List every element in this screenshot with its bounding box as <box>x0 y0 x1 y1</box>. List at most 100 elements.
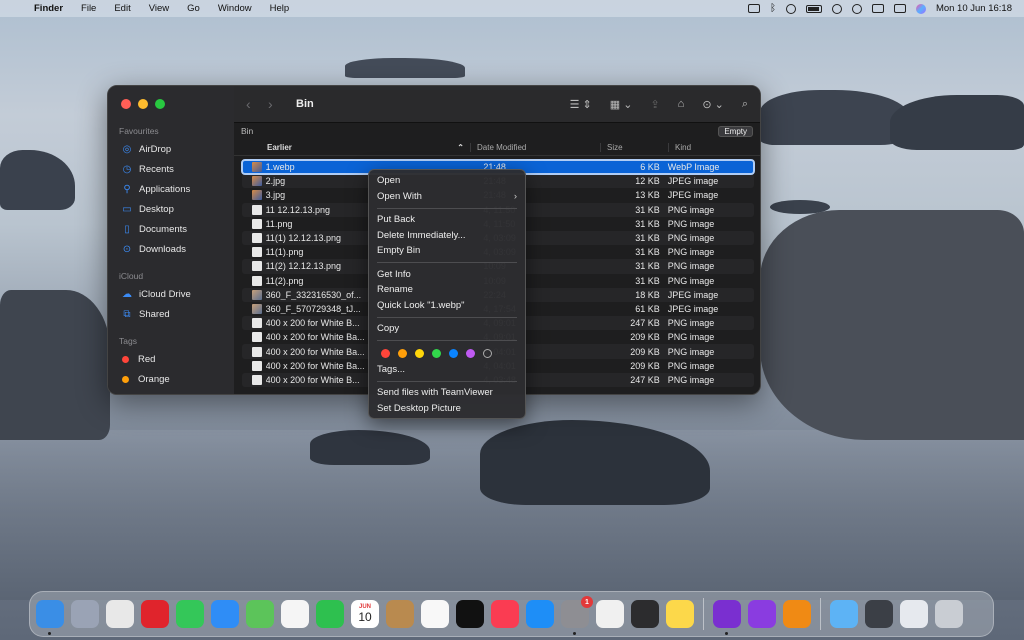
menubar-clock[interactable]: Mon 10 Jun 16:18 <box>936 3 1012 14</box>
column-header-date[interactable]: Date Modified <box>470 142 600 152</box>
siri-icon[interactable] <box>915 3 926 14</box>
sidebar-tag-yellow[interactable]: Yellow <box>108 389 234 395</box>
system-settings-icon[interactable]: 1 <box>561 596 593 635</box>
menu-item-tags[interactable]: Tags... <box>369 362 525 378</box>
menu-help[interactable]: Help <box>261 3 299 14</box>
status-area: ᛒ Mon 10 Jun 16:18 <box>747 3 1024 14</box>
sidebar-item-applications[interactable]: ⚲ Applications <box>108 179 234 199</box>
calendar-icon[interactable]: JUN 10 <box>351 600 379 628</box>
menu-finder[interactable]: Finder <box>30 3 72 14</box>
menu-window[interactable]: Window <box>209 3 261 14</box>
menu-go[interactable]: Go <box>178 3 209 14</box>
search-status-icon[interactable] <box>871 4 884 13</box>
chrome-icon[interactable] <box>106 600 134 628</box>
file-thumbnail-icon <box>252 204 262 215</box>
menu-item-send-teamviewer[interactable]: Send files with TeamViewer <box>369 385 525 401</box>
menu-item-put-back[interactable]: Put Back <box>369 212 525 228</box>
opera-icon[interactable] <box>141 600 169 628</box>
finder-icon[interactable] <box>36 600 64 635</box>
sidebar-item-icloud-drive[interactable]: ☁ iCloud Drive <box>108 284 234 304</box>
menu-item-set-desktop-picture[interactable]: Set Desktop Picture <box>369 401 525 417</box>
appstore-icon[interactable] <box>526 600 554 628</box>
battery-icon[interactable] <box>805 4 822 13</box>
menu-item-rename[interactable]: Rename <box>369 282 525 298</box>
notes-icon[interactable] <box>666 600 694 628</box>
menu-item-open-with[interactable]: Open With › <box>369 189 525 205</box>
screenshot-thumb-icon-2[interactable] <box>900 600 928 628</box>
sidebar-item-label: Downloads <box>139 243 186 255</box>
close-button[interactable] <box>121 99 131 109</box>
file-size: 31 KB <box>635 233 660 244</box>
wps-office-icon[interactable] <box>748 600 776 628</box>
vlc-icon[interactable] <box>783 600 811 628</box>
airdrop-icon: ◎ <box>122 143 132 155</box>
share-icon[interactable]: ⇪ <box>650 98 659 111</box>
wallpaper-rock <box>0 150 75 210</box>
messages-icon[interactable] <box>176 600 204 628</box>
minimize-button[interactable] <box>138 99 148 109</box>
tag-color-6-icon[interactable] <box>483 348 492 358</box>
sidebar-item-desktop[interactable]: ▭ Desktop <box>108 199 234 219</box>
sidebar-item-shared[interactable]: ⧉ Shared <box>108 304 234 324</box>
tag-color-1-icon[interactable] <box>398 348 407 358</box>
tag-color-3-icon[interactable] <box>432 348 441 358</box>
menu-edit[interactable]: Edit <box>105 3 139 14</box>
group-view-icon[interactable]: ▦ ⌄ <box>610 98 633 111</box>
teamviewer-icon[interactable] <box>831 3 842 14</box>
sidebar-item-downloads[interactable]: ⊙ Downloads <box>108 239 234 259</box>
tag-icon[interactable]: ⌂ <box>678 98 685 110</box>
back-arrow-icon[interactable]: ‹ <box>246 96 268 112</box>
menu-item-open[interactable]: Open <box>369 173 525 189</box>
file-size: 6 KB <box>640 162 660 173</box>
sidebar-item-airdrop[interactable]: ◎ AirDrop <box>108 139 234 159</box>
menu-view[interactable]: View <box>140 3 178 14</box>
bluetooth-icon[interactable]: ᛒ <box>770 3 776 14</box>
sidebar-tag-orange[interactable]: Orange <box>108 369 234 389</box>
tag-color-5-icon[interactable] <box>466 348 475 358</box>
downloads-folder-icon[interactable] <box>830 600 858 628</box>
menu-item-empty-bin[interactable]: Empty Bin <box>369 243 525 259</box>
menu-item-quick-look[interactable]: Quick Look "1.webp" <box>369 298 525 314</box>
menu-separator <box>377 340 517 341</box>
empty-bin-button[interactable]: Empty <box>718 125 753 137</box>
search-icon[interactable]: ⌕ <box>742 98 748 111</box>
reminders-icon[interactable] <box>421 600 449 628</box>
photos-icon[interactable] <box>281 600 309 628</box>
mail-icon[interactable] <box>211 600 239 628</box>
sidebar-item-label: iCloud Drive <box>139 288 191 300</box>
tag-color-4-icon[interactable] <box>449 348 458 358</box>
facetime-icon[interactable] <box>316 600 344 628</box>
column-header-name[interactable]: Earlier ⌃ <box>234 143 470 152</box>
column-header-size[interactable]: Size <box>600 142 668 152</box>
more-actions-icon[interactable]: ⊙ ⌄ <box>702 98 724 111</box>
firefox-icon[interactable] <box>713 600 741 635</box>
forward-arrow-icon[interactable]: › <box>268 96 290 112</box>
tag-color-0-icon[interactable] <box>381 348 390 358</box>
sidebar-section-tags: Tags <box>119 336 137 346</box>
tag-color-2-icon[interactable] <box>415 348 424 358</box>
music-icon[interactable] <box>491 600 519 628</box>
screenshot-thumb-icon[interactable] <box>865 600 893 628</box>
launchpad-icon[interactable] <box>71 600 99 628</box>
appletv-icon[interactable] <box>456 600 484 628</box>
play-icon[interactable] <box>851 3 862 14</box>
sidebar-item-documents[interactable]: ▯ Documents <box>108 219 234 239</box>
menu-item-get-info[interactable]: Get Info <box>369 267 525 283</box>
sidebar-item-recents[interactable]: ◷ Recents <box>108 159 234 179</box>
trash-icon[interactable] <box>935 600 963 628</box>
maps-icon[interactable] <box>246 600 274 628</box>
list-view-icon[interactable]: ☰ ⇕ <box>570 98 592 111</box>
menu-file[interactable]: File <box>72 3 105 14</box>
bracket-app-icon[interactable] <box>631 600 659 628</box>
window-switcher-icon[interactable] <box>747 4 760 13</box>
altstore-icon[interactable] <box>596 600 624 628</box>
control-center-icon[interactable] <box>893 4 906 13</box>
contacts-icon[interactable] <box>386 600 414 628</box>
file-thumbnail-icon <box>252 162 262 173</box>
sidebar-tag-red[interactable]: Red <box>108 349 234 369</box>
menu-item-delete-immediately[interactable]: Delete Immediately... <box>369 228 525 244</box>
menu-item-copy[interactable]: Copy <box>369 321 525 337</box>
column-header-kind[interactable]: Kind <box>668 142 758 152</box>
zoom-button[interactable] <box>155 99 165 109</box>
user-account-icon[interactable] <box>785 3 796 14</box>
